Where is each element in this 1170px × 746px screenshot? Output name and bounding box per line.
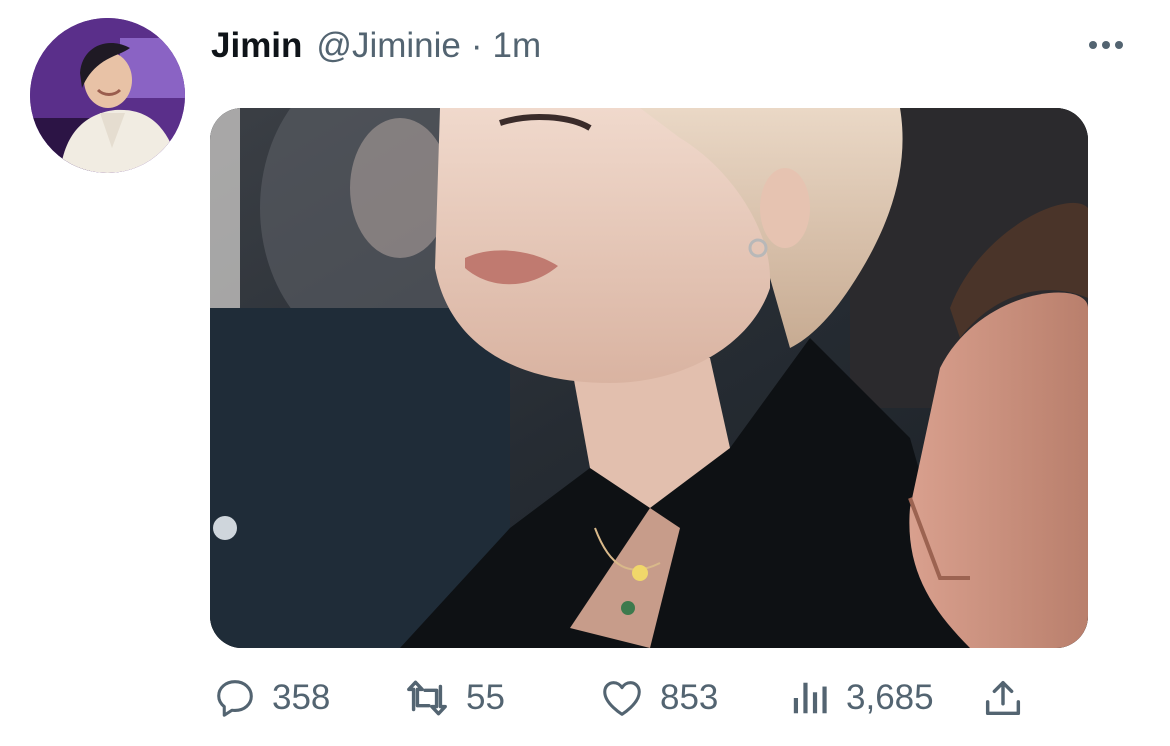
tweet-header: Jimin @Jiminie · 1m [211, 22, 541, 70]
more-options-button[interactable] [1084, 30, 1128, 60]
retweet-count: 55 [466, 678, 505, 717]
tweet-actions: 358 55 853 3,685 [212, 670, 1032, 726]
like-button[interactable]: 853 [598, 670, 718, 726]
bar-chart-icon [790, 675, 832, 721]
heart-icon [598, 675, 646, 721]
retweet-arrows-icon [402, 675, 452, 721]
tweet: Jimin @Jiminie · 1m 358 55 853 3,685 [0, 0, 1170, 746]
like-count: 853 [660, 678, 719, 717]
more-horizontal-icon-dot [1115, 41, 1123, 49]
reply-button[interactable]: 358 [212, 670, 330, 726]
timestamp[interactable]: 1m [493, 26, 542, 66]
tweet-photo[interactable] [210, 108, 1088, 648]
more-horizontal-icon [1089, 41, 1097, 49]
share-button[interactable] [980, 670, 1026, 726]
user-handle[interactable]: @Jiminie [316, 26, 460, 66]
view-count: 3,685 [846, 678, 934, 717]
views-button[interactable]: 3,685 [790, 670, 934, 726]
speech-bubble-icon [212, 675, 258, 721]
retweet-button[interactable]: 55 [402, 670, 505, 726]
share-upload-icon [980, 675, 1026, 721]
reply-count: 358 [272, 678, 331, 717]
display-name[interactable]: Jimin [211, 26, 302, 66]
avatar[interactable] [30, 18, 185, 173]
more-horizontal-icon-dot [1102, 41, 1110, 49]
separator-dot: · [470, 26, 483, 65]
